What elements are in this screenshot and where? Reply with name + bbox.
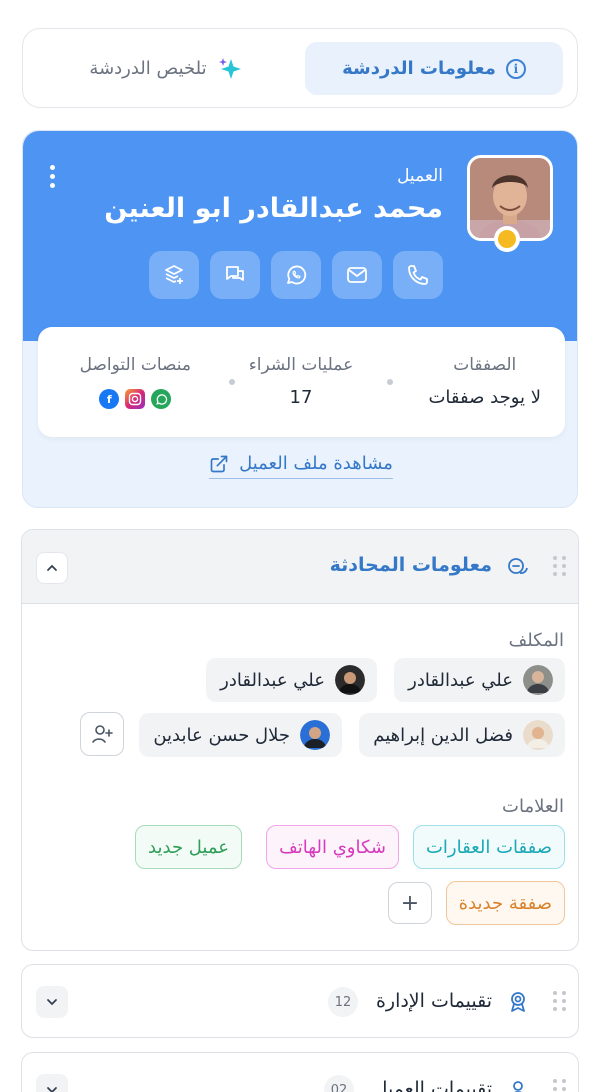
add-user-icon [92, 725, 113, 743]
tags-label: العلامات [502, 796, 564, 817]
conversation-info-title: معلومات المحادثة [329, 554, 492, 576]
assignee-chip[interactable]: علي عبدالقادر [206, 658, 377, 702]
info-icon: i [505, 58, 526, 79]
conversation-info-header[interactable]: معلومات المحادثة [22, 530, 578, 604]
expand-button[interactable] [36, 986, 68, 1018]
view-profile-link[interactable]: مشاهدة ملف العميل [209, 453, 393, 479]
count-badge: 12 [328, 987, 358, 1017]
external-link-icon [210, 455, 228, 472]
assignee-avatar [335, 665, 365, 695]
chat-bubbles-icon [508, 558, 528, 574]
assignee-label: المكلف [508, 630, 564, 651]
tag-chip[interactable]: صفقة جديدة [445, 881, 565, 925]
badge-medal-icon [494, 226, 520, 252]
facebook-icon[interactable]: f [99, 389, 120, 409]
add-deal-button[interactable] [149, 251, 199, 299]
add-assignee-button[interactable] [80, 712, 124, 756]
assignee-name: جلال حسن عابدين [153, 724, 290, 746]
assignee-name: علي عبدالقادر [408, 669, 513, 691]
stat-deals-value: لا يوجد صفقات [428, 387, 541, 408]
tag-label: عميل جديد [148, 836, 229, 858]
chat-bubbles-icon [226, 266, 244, 281]
chat-button[interactable] [210, 251, 260, 299]
customer-label: العميل [397, 166, 443, 186]
more-menu-icon[interactable] [49, 165, 55, 188]
chevron-up-icon [47, 564, 57, 571]
assignee-chip[interactable]: علي عبدالقادر [394, 658, 565, 702]
management-ratings-panel[interactable]: تقييمات الإدارة 12 [21, 964, 579, 1038]
count-badge: 02 [324, 1075, 354, 1092]
top-tabs: i معلومات الدردشة تلخيص الدردشة [22, 28, 578, 108]
drag-handle-icon[interactable] [552, 991, 566, 1011]
stat-platforms-title: منصات التواصل [79, 355, 191, 375]
assignee-name: فضل الدين إبراهيم [373, 724, 513, 746]
whatsapp-icon [287, 265, 307, 285]
assignee-chip[interactable]: فضل الدين إبراهيم [359, 713, 565, 757]
award-icon [511, 992, 525, 1012]
tag-label: صفقة جديدة [458, 892, 552, 914]
stat-purchases-value: 17 [289, 387, 313, 408]
separator-dot [387, 379, 393, 385]
assignee-avatar [300, 720, 330, 750]
user-icon [513, 1081, 523, 1092]
phone-icon [408, 265, 428, 285]
tab-chat-info-label: معلومات الدردشة [342, 58, 496, 79]
call-button[interactable] [393, 251, 443, 299]
mail-icon [347, 267, 367, 283]
plus-icon: + [400, 890, 420, 916]
tag-label: صفقات العقارات [425, 836, 552, 858]
tag-chip[interactable]: صفقات العقارات [412, 825, 565, 869]
customer-ratings-panel[interactable]: تقييمات العميل 02 [21, 1052, 579, 1092]
expand-button[interactable] [36, 1074, 68, 1092]
tag-chip[interactable]: عميل جديد [135, 825, 242, 869]
assignee-avatar [523, 665, 553, 695]
customer-avatar [467, 155, 553, 252]
assignee-chip[interactable]: جلال حسن عابدين [139, 713, 342, 757]
tab-chat-summary-label: تلخيص الدردشة [89, 58, 207, 79]
panel-title: تقييمات الإدارة [375, 990, 492, 1012]
assignee-avatar [523, 720, 553, 750]
assignee-name: علي عبدالقادر [220, 669, 325, 691]
instagram-icon[interactable] [125, 389, 146, 409]
social-platforms: f [80, 389, 191, 409]
tab-chat-info[interactable]: i معلومات الدردشة [305, 42, 563, 95]
separator-dot [229, 379, 235, 385]
customer-card: العميل محمد عبدالقادر ابو العنين الصفقات… [22, 130, 578, 508]
stat-platforms: منصات التواصل f [80, 355, 191, 409]
view-profile-label: مشاهدة ملف العميل [239, 453, 393, 474]
panel-title: تقييمات العميل [373, 1078, 492, 1092]
customer-name: محمد عبدالقادر ابو العنين [104, 193, 443, 224]
add-tag-button[interactable]: + [388, 882, 432, 924]
sparkles-icon [218, 57, 241, 79]
stat-purchases: عمليات الشراء 17 [239, 355, 363, 408]
conversation-info-panel: معلومات المحادثة المكلف علي عبدالقادر عل… [21, 529, 579, 951]
contact-actions [149, 251, 443, 299]
email-button[interactable] [332, 251, 382, 299]
chevron-down-icon [47, 999, 57, 1006]
whatsapp-button[interactable] [271, 251, 321, 299]
customer-stats: الصفقات لا يوجد صفقات عمليات الشراء 17 م… [38, 327, 565, 437]
drag-handle-icon[interactable] [552, 556, 566, 576]
chevron-down-icon [47, 1087, 57, 1092]
stat-deals: الصفقات لا يوجد صفقات [428, 355, 541, 408]
view-profile-link-wrap: مشاهدة ملف العميل [23, 453, 577, 479]
stat-purchases-title: عمليات الشراء [248, 355, 354, 375]
tag-label: شكاوي الهاتف [279, 836, 386, 858]
layers-add-icon [165, 265, 183, 284]
stat-deals-title: الصفقات [453, 355, 517, 375]
whatsapp-icon[interactable] [151, 389, 172, 409]
collapse-button[interactable] [36, 552, 68, 584]
drag-handle-icon[interactable] [552, 1079, 566, 1092]
tab-chat-summary[interactable]: تلخيص الدردشة [37, 42, 295, 95]
tag-chip[interactable]: شكاوي الهاتف [266, 825, 399, 869]
